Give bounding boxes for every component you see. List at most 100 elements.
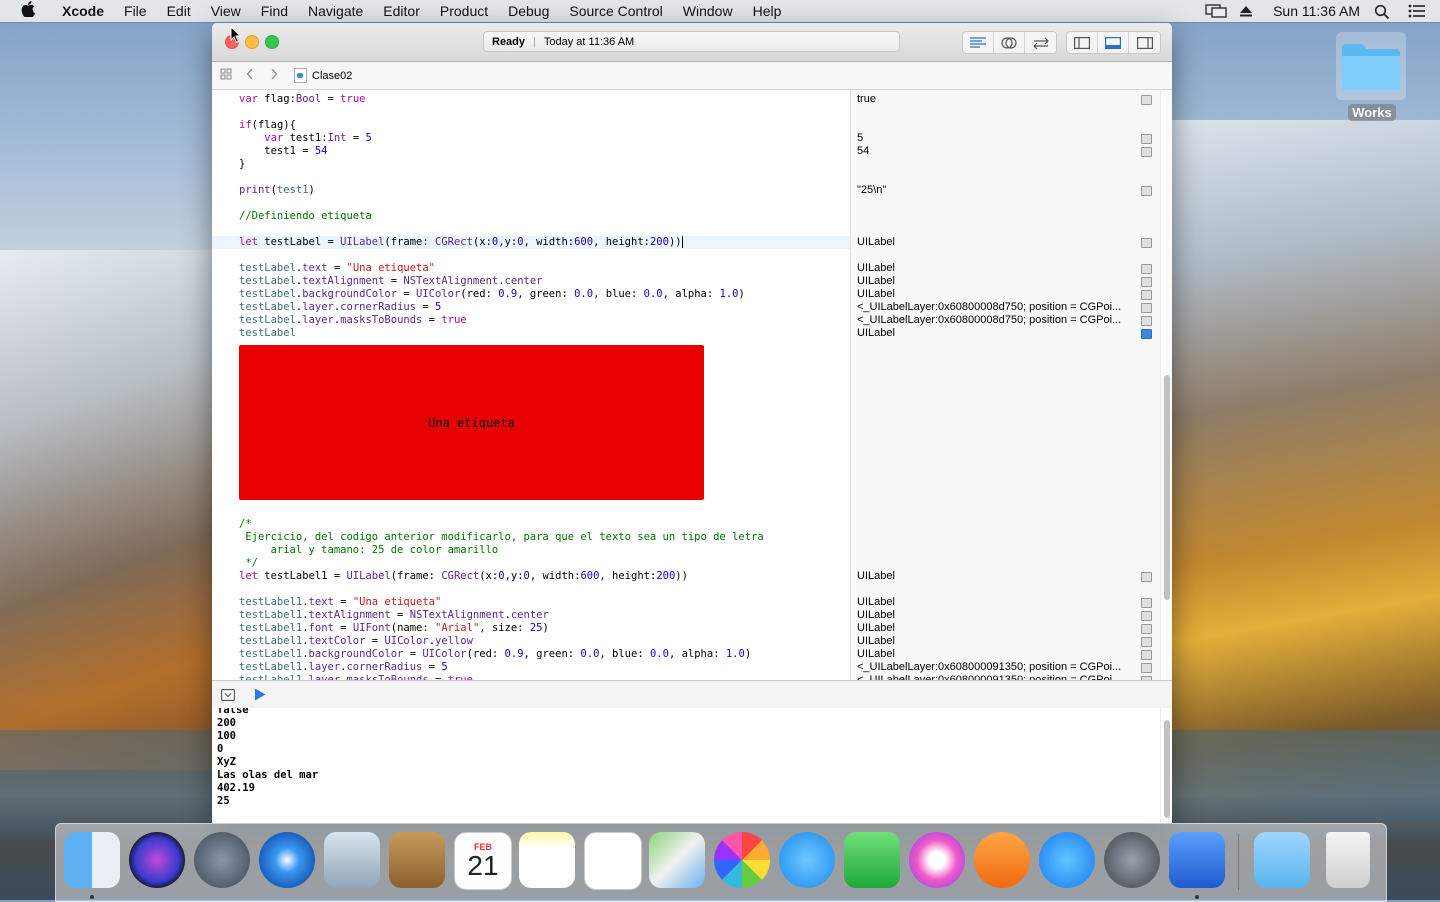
forward-icon[interactable] <box>264 68 284 83</box>
trash-icon[interactable] <box>1326 832 1370 888</box>
quick-look-icon[interactable] <box>1141 598 1152 608</box>
standard-editor-button[interactable] <box>963 32 994 53</box>
code-line[interactable]: test1 = 54 <box>239 145 327 158</box>
photos-icon[interactable] <box>714 832 770 888</box>
siri-icon[interactable] <box>129 832 185 888</box>
quick-look-icon[interactable] <box>1141 147 1152 157</box>
notification-center-icon[interactable] <box>1408 4 1428 18</box>
facetime-icon[interactable] <box>844 832 900 888</box>
desktop-folder-works[interactable]: Works <box>1336 32 1408 122</box>
console-scrollbar-thumb[interactable] <box>1164 720 1170 818</box>
menu-navigate[interactable]: Navigate <box>298 3 373 19</box>
code-line[interactable]: testLabel1.textColor = UIColor.yellow <box>239 635 473 648</box>
hide-debug-area-icon[interactable] <box>221 688 235 706</box>
code-line[interactable]: if(flag){ <box>239 119 296 132</box>
menu-view[interactable]: View <box>201 3 251 19</box>
console-scrollbar[interactable] <box>1160 708 1172 823</box>
code-line[interactable]: testLabel1.layer.cornerRadius = 5 <box>239 661 448 674</box>
quick-look-icon[interactable] <box>1141 277 1152 287</box>
run-playground-icon[interactable] <box>254 688 266 706</box>
downloads-stack-icon[interactable] <box>1254 832 1310 888</box>
code-line[interactable]: testLabel.text = "Una etiqueta" <box>239 262 435 275</box>
version-editor-button[interactable] <box>1025 32 1056 53</box>
itunes-icon[interactable] <box>909 832 965 888</box>
display-mirroring-icon[interactable] <box>1205 4 1227 18</box>
code-line[interactable]: */ <box>239 557 258 570</box>
code-line[interactable]: print(test1) <box>239 184 315 197</box>
toggle-debug-area-button[interactable] <box>1098 32 1129 53</box>
menu-edit[interactable]: Edit <box>157 3 201 19</box>
code-line[interactable]: testLabel1.backgroundColor = UIColor(red… <box>239 648 751 661</box>
breadcrumb-file[interactable]: Clase02 <box>294 68 352 83</box>
quick-look-icon[interactable] <box>1141 303 1152 313</box>
finder-icon[interactable] <box>64 832 120 888</box>
quick-look-icon[interactable] <box>1141 186 1152 196</box>
editor-scrollbar-thumb[interactable] <box>1164 375 1170 600</box>
quick-look-icon[interactable] <box>1141 264 1152 274</box>
quick-look-icon[interactable] <box>1141 572 1152 582</box>
debug-console[interactable]: false 200 100 0 XyZ Las olas del mar 402.19 25 <box>212 708 1172 823</box>
code-line[interactable]: testLabel.backgroundColor = UIColor(red:… <box>239 288 745 301</box>
quick-look-icon[interactable] <box>1141 611 1152 621</box>
quick-look-icon[interactable] <box>1141 134 1152 144</box>
reminders-icon[interactable] <box>584 832 642 890</box>
minimize-window-button[interactable] <box>245 35 259 49</box>
show-result-inline-icon[interactable] <box>1141 329 1152 339</box>
notes-icon[interactable] <box>519 832 575 888</box>
menu-help[interactable]: Help <box>743 3 792 19</box>
toggle-navigator-button[interactable] <box>1067 32 1098 53</box>
code-line[interactable]: //Definiendo etiqueta <box>239 210 372 223</box>
menu-app-xcode[interactable]: Xcode <box>52 3 114 19</box>
code-line[interactable]: testLabel1.textAlignment = NSTextAlignme… <box>239 609 549 622</box>
zoom-window-button[interactable] <box>265 35 279 49</box>
messages-icon[interactable] <box>779 832 835 888</box>
menu-editor[interactable]: Editor <box>373 3 430 19</box>
spotlight-search-icon[interactable] <box>1374 4 1394 20</box>
menu-debug[interactable]: Debug <box>498 3 559 19</box>
code-line[interactable]: /* <box>239 518 252 531</box>
quick-look-icon[interactable] <box>1141 238 1152 248</box>
code-line[interactable]: Ejercicio, del codigo anterior modificar… <box>239 531 763 544</box>
code-line[interactable]: var flag:Bool = true <box>239 93 365 106</box>
code-line[interactable]: let testLabel1 = UILabel(frame: CGRect(x… <box>239 570 688 583</box>
mail-icon[interactable] <box>324 832 380 888</box>
xcode-icon[interactable] <box>1169 832 1225 888</box>
code-line[interactable]: var test1:Int = 5 <box>239 132 372 145</box>
menu-source-control[interactable]: Source Control <box>559 3 672 19</box>
ibooks-icon[interactable] <box>974 832 1030 888</box>
code-line[interactable]: testLabel1.text = "Una etiqueta" <box>239 596 441 609</box>
quick-look-icon[interactable] <box>1141 637 1152 647</box>
safari-icon[interactable] <box>259 832 315 888</box>
editor-scrollbar[interactable] <box>1160 90 1172 680</box>
assistant-editor-button[interactable] <box>994 32 1025 53</box>
contacts-icon[interactable] <box>389 832 445 888</box>
menu-file[interactable]: File <box>114 3 157 19</box>
quick-look-icon[interactable] <box>1141 624 1152 634</box>
apple-menu-icon[interactable] <box>18 1 38 21</box>
code-line[interactable]: testLabel.textAlignment = NSTextAlignmen… <box>239 275 542 288</box>
code-line[interactable]: } <box>239 158 245 171</box>
eject-icon[interactable] <box>1239 4 1259 18</box>
code-line[interactable]: testLabel.layer.masksToBounds = true <box>239 314 467 327</box>
quick-look-icon[interactable] <box>1141 290 1152 300</box>
code-line[interactable]: testLabel.layer.cornerRadius = 5 <box>239 301 441 314</box>
launchpad-icon[interactable] <box>194 832 250 888</box>
calendar-icon[interactable]: FEB 21 <box>454 832 512 890</box>
maps-icon[interactable] <box>649 832 705 888</box>
menu-product[interactable]: Product <box>430 3 498 19</box>
app-store-icon[interactable] <box>1039 832 1095 888</box>
quick-look-icon[interactable] <box>1141 316 1152 326</box>
related-items-icon[interactable] <box>216 68 236 83</box>
menu-clock[interactable]: Sun 11:36 AM <box>1273 3 1360 19</box>
menu-find[interactable]: Find <box>251 3 298 19</box>
quick-look-icon[interactable] <box>1141 95 1152 105</box>
code-line[interactable]: testLabel <box>239 327 296 340</box>
quick-look-icon[interactable] <box>1141 650 1152 660</box>
toggle-utilities-button[interactable] <box>1129 32 1160 53</box>
quick-look-icon[interactable] <box>1141 663 1152 673</box>
back-icon[interactable] <box>240 68 260 83</box>
code-line[interactable]: arial y tamano: 25 de color amarillo <box>239 544 499 557</box>
code-line[interactable]: testLabel1.font = UIFont(name: "Arial", … <box>239 622 549 635</box>
source-code-area[interactable]: Una etiqueta var flag:Bool = true if(flag… <box>212 90 850 680</box>
code-line[interactable]: let testLabel = UILabel(frame: CGRect(x:… <box>239 236 683 249</box>
